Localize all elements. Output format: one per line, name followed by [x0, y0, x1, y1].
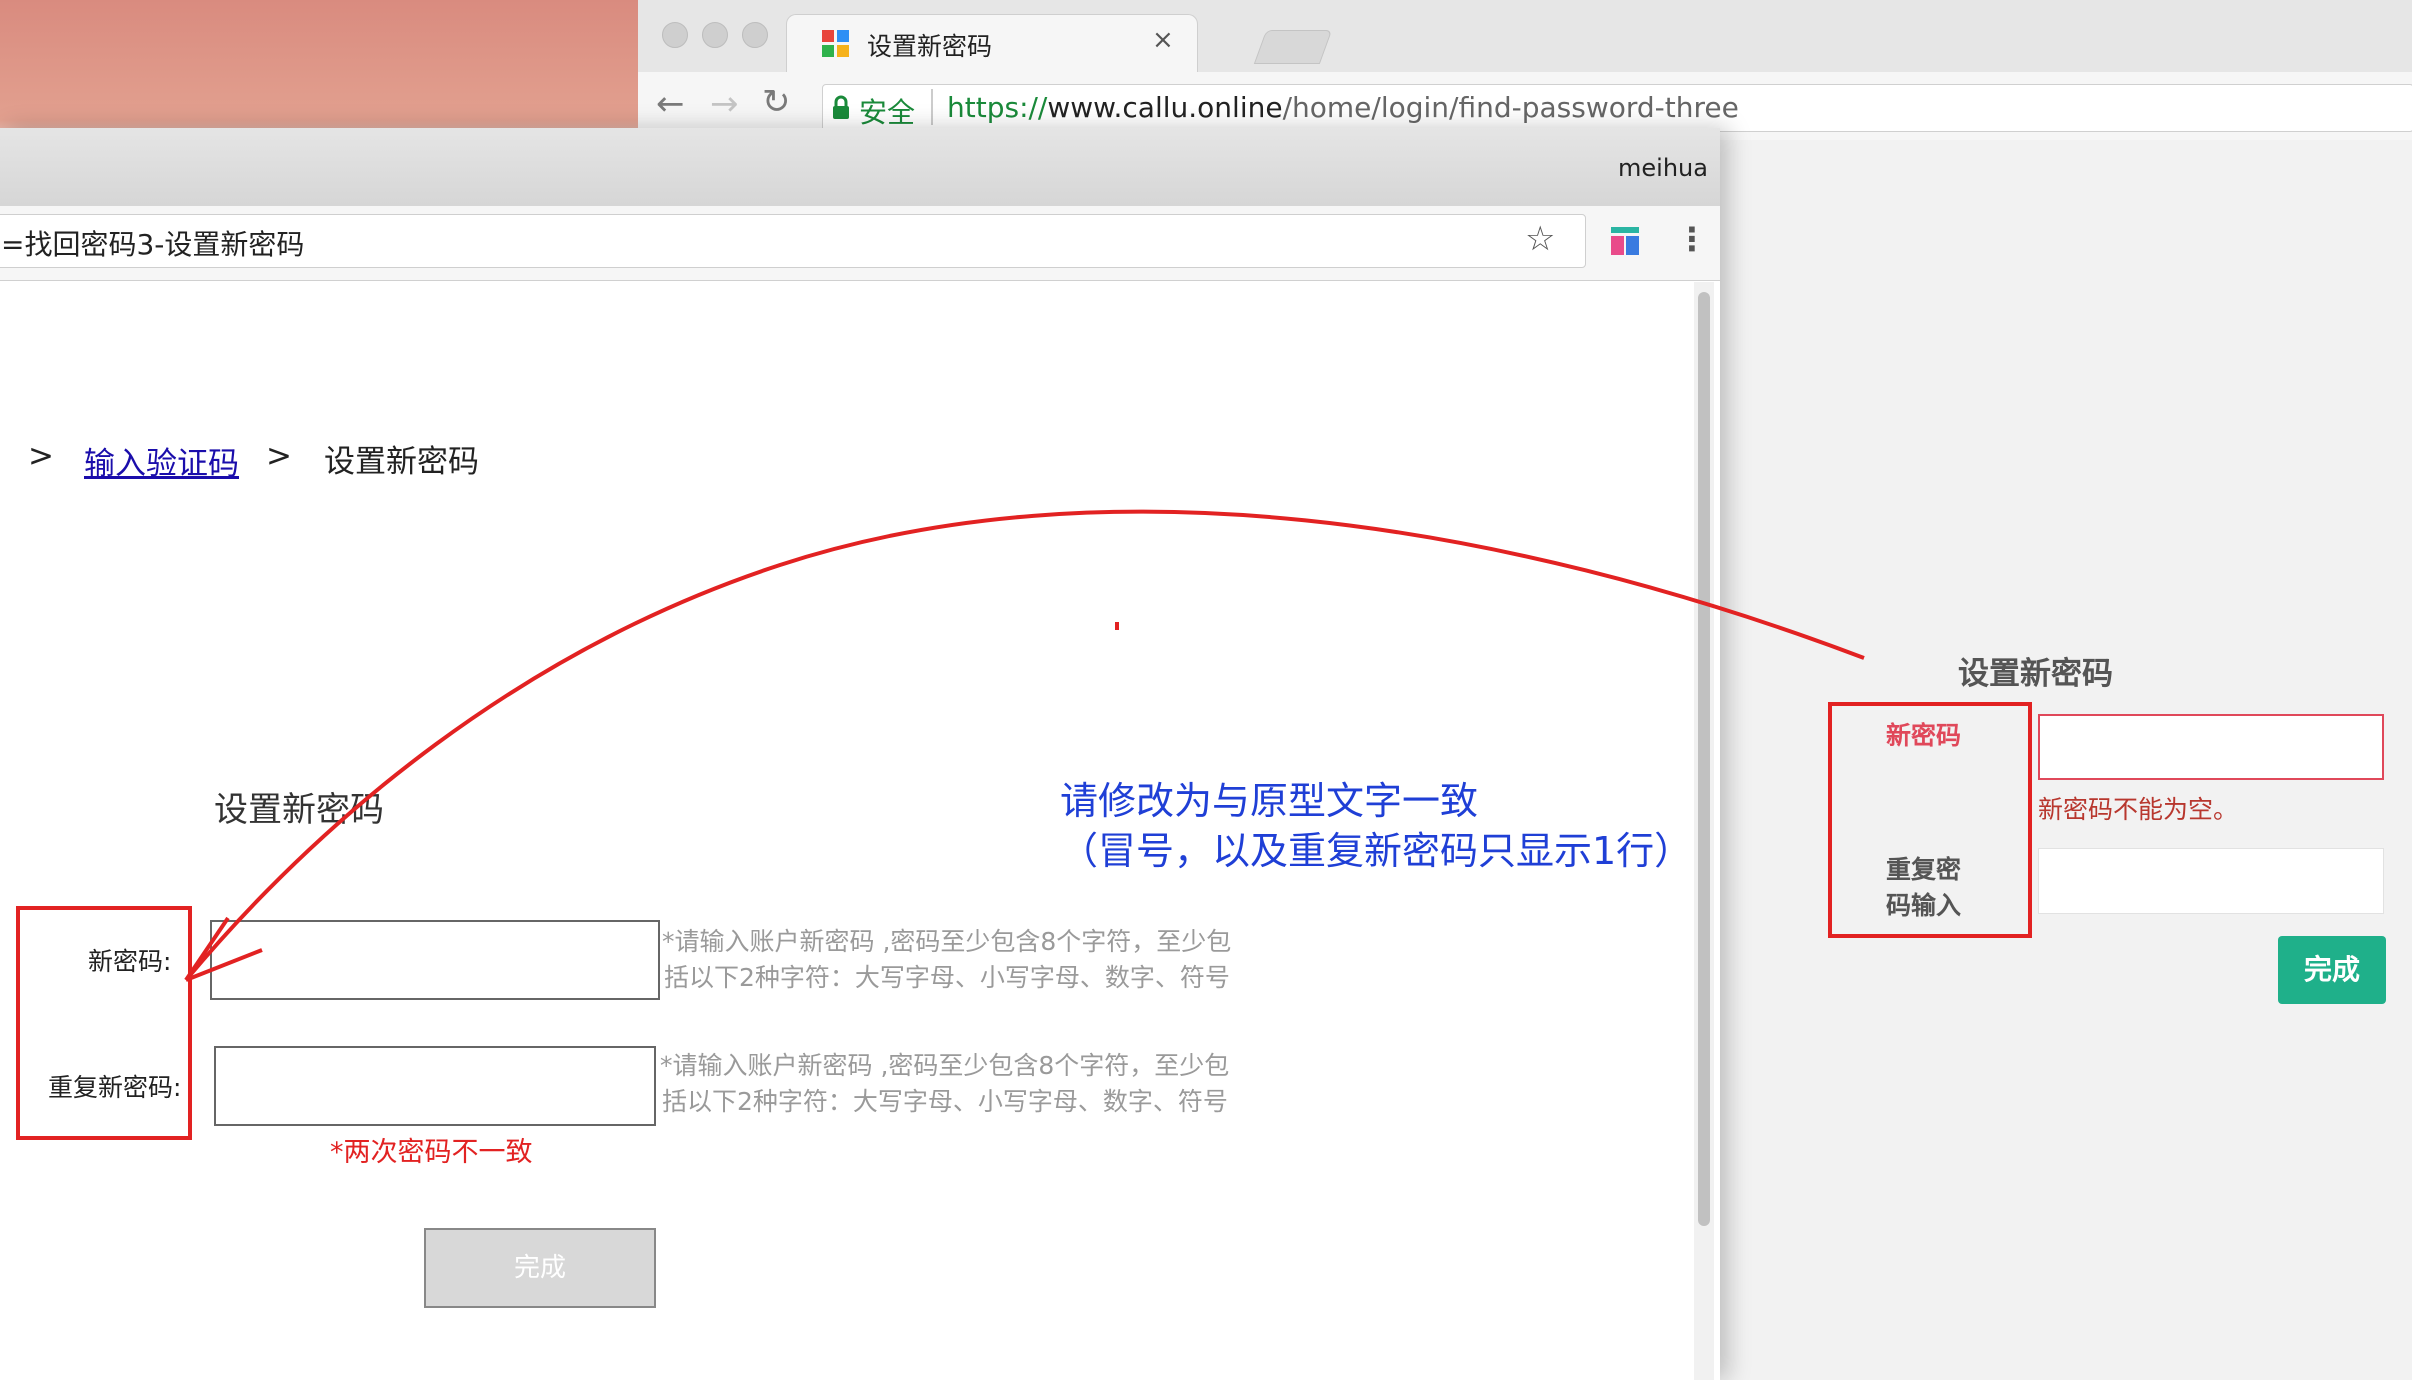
annotation-curved-arrow — [184, 509, 1865, 982]
annotation-arrow-overlay — [184, 509, 1865, 982]
annotation-mark — [1115, 622, 1119, 630]
